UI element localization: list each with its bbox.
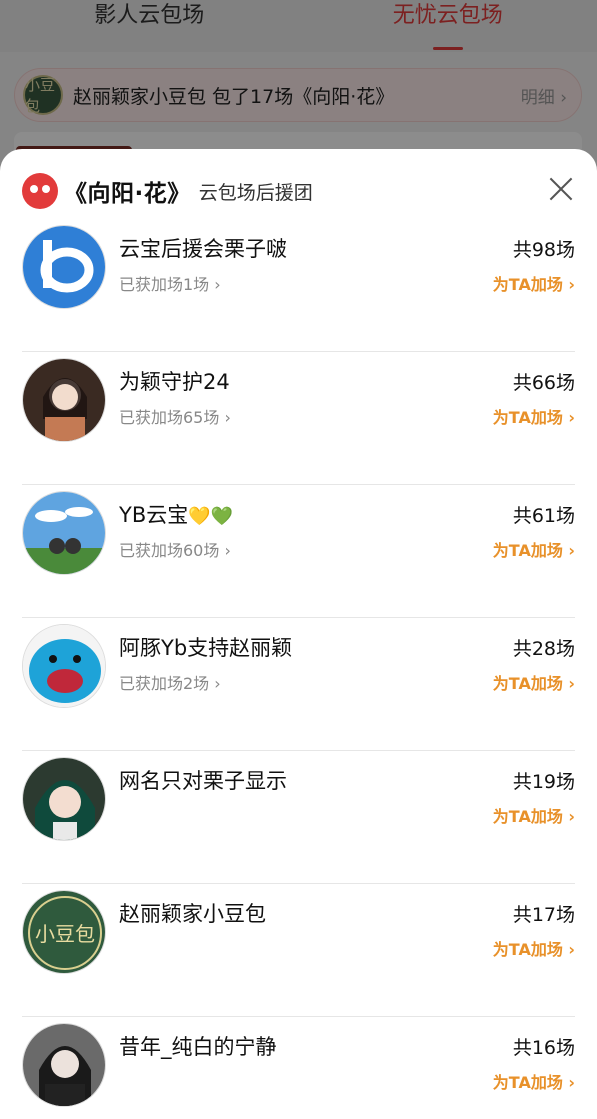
- total-shows: 共61场: [512, 505, 575, 527]
- list-item[interactable]: 云宝后援会栗子啵 已获加场1场 › 共98场 为TA加场 ›: [22, 219, 575, 352]
- avatar: [22, 624, 106, 708]
- supporter-name: 赵丽颖家小豆包: [119, 902, 266, 926]
- avatar: [22, 358, 106, 442]
- supporter-name: 为颖守护24: [119, 370, 230, 394]
- boost-button[interactable]: 为TA加场 ›: [493, 537, 575, 561]
- svg-text:小豆包: 小豆包: [35, 922, 95, 946]
- sheet-subtitle: 云包场后援团: [198, 181, 313, 204]
- total-shows: 共17场: [512, 904, 575, 926]
- avatar: [22, 1023, 106, 1107]
- avatar: [22, 491, 106, 575]
- supporter-name: 昔年_纯白的宁静: [119, 1035, 277, 1059]
- sheet-header: 《向阳·花》 云包场后援团: [22, 171, 577, 211]
- supporter-name: 阿豚Yb支持赵丽颖: [119, 636, 293, 660]
- supporter-list: 云宝后援会栗子啵 已获加场1场 › 共98场 为TA加场 › 为颖守护24 已获…: [0, 219, 597, 1119]
- list-item[interactable]: 阿豚Yb支持赵丽颖 已获加场2场 › 共28场 为TA加场 ›: [22, 618, 575, 751]
- supporter-name: 网名只对栗子显示: [119, 769, 287, 793]
- boost-button[interactable]: 为TA加场 ›: [493, 670, 575, 694]
- total-shows: 共66场: [512, 372, 575, 394]
- list-item[interactable]: 网名只对栗子显示 共19场 为TA加场 ›: [22, 751, 575, 884]
- boost-count-link[interactable]: 已获加场1场 ›: [119, 271, 221, 295]
- avatar: [22, 757, 106, 841]
- total-shows: 共98场: [512, 239, 575, 261]
- avatar: 小豆包: [22, 890, 106, 974]
- supporter-name-text: YB云宝: [119, 503, 189, 527]
- list-item[interactable]: YB云宝💛💚 已获加场60场 › 共61场 为TA加场 ›: [22, 485, 575, 618]
- close-icon[interactable]: [545, 173, 577, 205]
- total-shows: 共19场: [512, 771, 575, 793]
- boost-button[interactable]: 为TA加场 ›: [493, 936, 575, 960]
- boost-count-link[interactable]: 已获加场60场 ›: [119, 537, 231, 561]
- total-shows: 共16场: [512, 1037, 575, 1059]
- boost-button[interactable]: 为TA加场 ›: [493, 1069, 575, 1093]
- list-item[interactable]: 小豆包 赵丽颖家小豆包 共17场 为TA加场 ›: [22, 884, 575, 1017]
- cat-logo-icon: [22, 173, 58, 209]
- total-shows: 共28场: [512, 638, 575, 660]
- boost-count-link[interactable]: 已获加场65场 ›: [119, 404, 231, 428]
- supporter-name: YB云宝💛💚: [119, 499, 233, 529]
- list-item[interactable]: 昔年_纯白的宁静 共16场 为TA加场 ›: [22, 1017, 575, 1119]
- list-item[interactable]: 为颖守护24 已获加场65场 › 共66场 为TA加场 ›: [22, 352, 575, 485]
- boost-button[interactable]: 为TA加场 ›: [493, 803, 575, 827]
- boost-button[interactable]: 为TA加场 ›: [493, 271, 575, 295]
- avatar: [22, 225, 106, 309]
- boost-count-link[interactable]: 已获加场2场 ›: [119, 670, 221, 694]
- sheet-title: 《向阳·花》: [64, 181, 191, 207]
- boost-button[interactable]: 为TA加场 ›: [493, 404, 575, 428]
- supporter-name: 云宝后援会栗子啵: [119, 237, 287, 261]
- heart-emoji-icon: 💛💚: [188, 506, 234, 527]
- support-group-sheet: 《向阳·花》 云包场后援团 云宝后援会栗子啵 已获加场1场 › 共98场 为TA…: [0, 149, 597, 1119]
